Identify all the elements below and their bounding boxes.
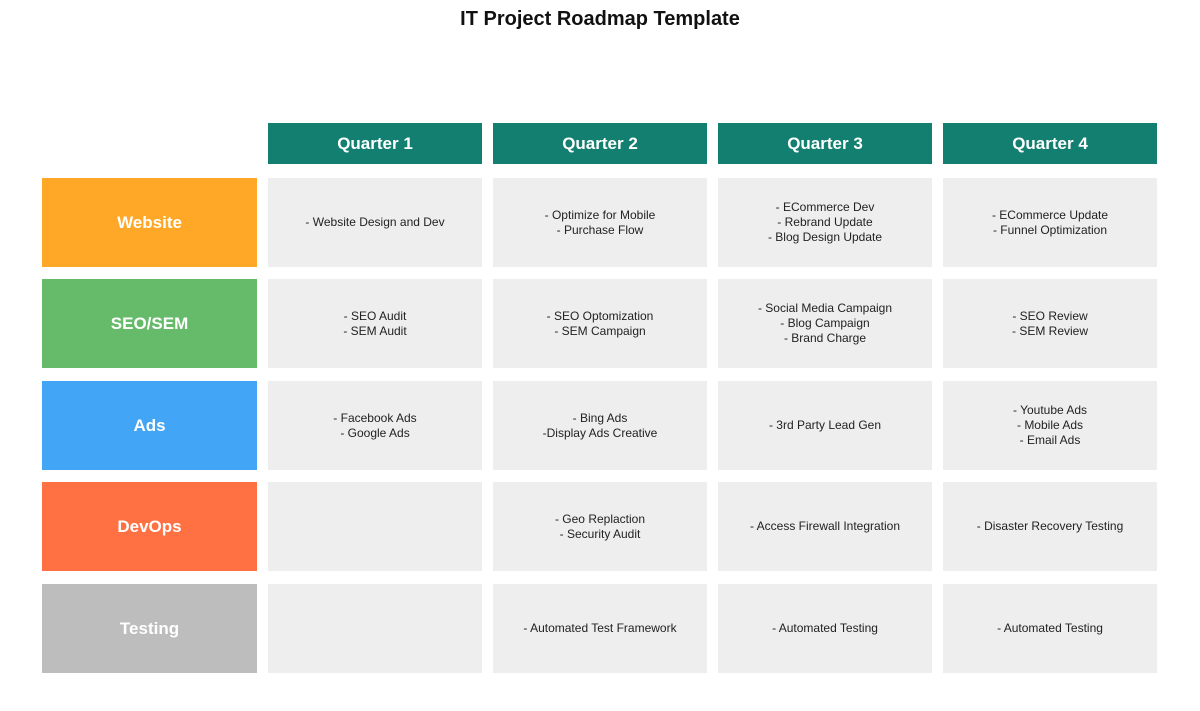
roadmap-cell-devops-q3: - Access Firewall Integration: [718, 482, 932, 571]
roadmap-cell-seo-sem-q2: - SEO Optomization - SEM Campaign: [493, 279, 707, 368]
task-item: - Automated Testing: [997, 621, 1103, 635]
roadmap-cell-testing-q1: [268, 584, 482, 673]
roadmap-cell-ads-q3: - 3rd Party Lead Gen: [718, 381, 932, 470]
roadmap-cell-testing-q2: - Automated Test Framework: [493, 584, 707, 673]
task-item: - SEO Optomization: [546, 308, 654, 323]
roadmap-cell-website-q4: - ECommerce Update - Funnel Optimization: [943, 178, 1157, 267]
task-item: -Display Ads Creative: [542, 425, 658, 440]
task-item: - 3rd Party Lead Gen: [768, 418, 882, 432]
roadmap-cell-testing-q4: - Automated Testing: [943, 584, 1157, 673]
page-title: IT Project Roadmap Template: [460, 8, 740, 30]
task-item: - SEM Campaign: [554, 323, 646, 338]
task-item: - ECommerce Update: [991, 207, 1109, 222]
row-label-ads: Ads: [42, 381, 257, 470]
roadmap-cell-seo-sem-q1: - SEO Audit - SEM Audit: [268, 279, 482, 368]
task-item: - Social Media Campaign: [757, 301, 893, 315]
roadmap-cell-website-q3: - ECommerce Dev - Rebrand Update - Blog De…: [718, 178, 932, 267]
task-item: - Google Ads: [340, 425, 410, 440]
quarter-header-2: Quarter 2: [493, 123, 707, 164]
roadmap-cell-website-q1: - Website Design and Dev: [268, 178, 482, 267]
task-item: - Email Ads: [1019, 433, 1081, 447]
task-item: - Facebook Ads: [333, 410, 417, 425]
roadmap-cell-devops-q4: - Disaster Recovery Testing: [943, 482, 1157, 571]
task-item: - Purchase Flow: [556, 222, 644, 237]
task-item: - Rebrand Update: [777, 215, 873, 229]
roadmap-cell-ads-q2: - Bing Ads -Display Ads Creative: [493, 381, 707, 470]
roadmap-cell-devops-q1: [268, 482, 482, 571]
task-item: - SEO Review: [1012, 308, 1088, 323]
task-item: - Automated Test Framework: [523, 621, 677, 635]
roadmap-cell-ads-q4: - Youtube Ads - Mobile Ads - Email Ads: [943, 381, 1157, 470]
task-item: - Access Firewall Integration: [749, 519, 901, 533]
task-item: - Youtube Ads: [1012, 403, 1088, 417]
task-item: - Geo Replaction: [554, 511, 646, 526]
task-item: - Disaster Recovery Testing: [976, 519, 1124, 533]
task-item: - Mobile Ads: [1016, 418, 1084, 432]
task-item: - SEM Audit: [343, 323, 407, 338]
quarter-header-4: Quarter 4: [943, 123, 1157, 164]
task-item: - Security Audit: [559, 526, 641, 541]
task-item: - SEM Review: [1011, 323, 1088, 338]
roadmap-cell-devops-q2: - Geo Replaction - Security Audit: [493, 482, 707, 571]
task-item: - Automated Testing: [772, 621, 878, 635]
roadmap-cell-testing-q3: - Automated Testing: [718, 584, 932, 673]
row-label-devops: DevOps: [42, 482, 257, 571]
roadmap-cell-website-q2: - Optimize for Mobile - Purchase Flow: [493, 178, 707, 267]
task-item: - Blog Campaign: [780, 316, 870, 330]
row-label-testing: Testing: [42, 584, 257, 673]
row-label-website: Website: [42, 178, 257, 267]
task-item: - Brand Charge: [783, 331, 867, 345]
roadmap-cell-seo-sem-q4: - SEO Review - SEM Review: [943, 279, 1157, 368]
task-item: - SEO Audit: [343, 308, 407, 323]
task-item: - Optimize for Mobile: [544, 207, 656, 222]
quarter-header-3: Quarter 3: [718, 123, 932, 164]
roadmap-cell-ads-q1: - Facebook Ads - Google Ads: [268, 381, 482, 470]
task-item: - ECommerce Dev: [775, 200, 875, 214]
row-label-seo-sem: SEO/SEM: [42, 279, 257, 368]
task-item: - Blog Design Update: [767, 230, 883, 244]
task-item: - Funnel Optimization: [992, 222, 1108, 237]
roadmap-cell-seo-sem-q3: - Social Media Campaign - Blog Campaign - …: [718, 279, 932, 368]
quarter-header-1: Quarter 1: [268, 123, 482, 164]
task-item: - Website Design and Dev: [305, 215, 445, 229]
task-item: - Bing Ads: [572, 410, 628, 425]
